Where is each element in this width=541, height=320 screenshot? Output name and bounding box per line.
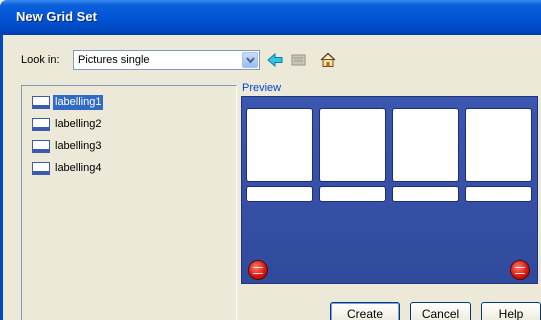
preview-cell bbox=[246, 108, 313, 182]
chevron-down-icon bbox=[246, 57, 255, 64]
tree-item-label: labelling4 bbox=[55, 161, 102, 174]
scroll-left-icon[interactable] bbox=[248, 260, 268, 280]
preview-caption bbox=[465, 186, 532, 202]
look-in-value: Pictures single bbox=[78, 54, 150, 66]
tree-item-label: labelling2 bbox=[55, 117, 102, 130]
grid-icon bbox=[32, 95, 50, 109]
home-icon[interactable] bbox=[319, 51, 337, 69]
look-in-dropdown[interactable]: Pictures single bbox=[73, 50, 260, 70]
create-button[interactable]: Create bbox=[330, 302, 400, 320]
cancel-button[interactable]: Cancel bbox=[410, 302, 471, 320]
back-arrow-icon[interactable] bbox=[266, 51, 284, 69]
tree-item-label: labelling3 bbox=[55, 139, 102, 152]
tree-item[interactable]: labelling3 bbox=[32, 138, 103, 154]
grid-icon bbox=[32, 161, 50, 175]
title-bar[interactable]: New Grid Set bbox=[0, 0, 541, 35]
grid-icon bbox=[32, 139, 50, 153]
preview-label: Preview bbox=[242, 82, 282, 94]
preview-caption bbox=[319, 186, 386, 202]
grid-icon bbox=[32, 117, 50, 131]
tree-item-label: labelling1 bbox=[53, 94, 104, 110]
tree-item[interactable]: labelling4 bbox=[32, 160, 103, 176]
scroll-right-icon[interactable] bbox=[510, 260, 530, 280]
preview-caption bbox=[246, 186, 313, 202]
preview-cell bbox=[465, 108, 532, 182]
look-in-label: Look in: bbox=[21, 54, 60, 66]
preview-cell bbox=[392, 108, 459, 182]
help-button[interactable]: Help bbox=[481, 302, 541, 320]
preview-panel bbox=[241, 96, 538, 284]
folder-up-icon[interactable] bbox=[290, 51, 308, 69]
grid-set-tree[interactable]: labelling1 labelling2 labelling3 labelli… bbox=[21, 85, 237, 320]
dropdown-arrow-button[interactable] bbox=[242, 52, 258, 68]
preview-cell bbox=[319, 108, 386, 182]
preview-caption bbox=[392, 186, 459, 202]
window-title: New Grid Set bbox=[16, 9, 97, 24]
tree-item[interactable]: labelling1 bbox=[32, 94, 104, 110]
tree-item[interactable]: labelling2 bbox=[32, 116, 103, 132]
